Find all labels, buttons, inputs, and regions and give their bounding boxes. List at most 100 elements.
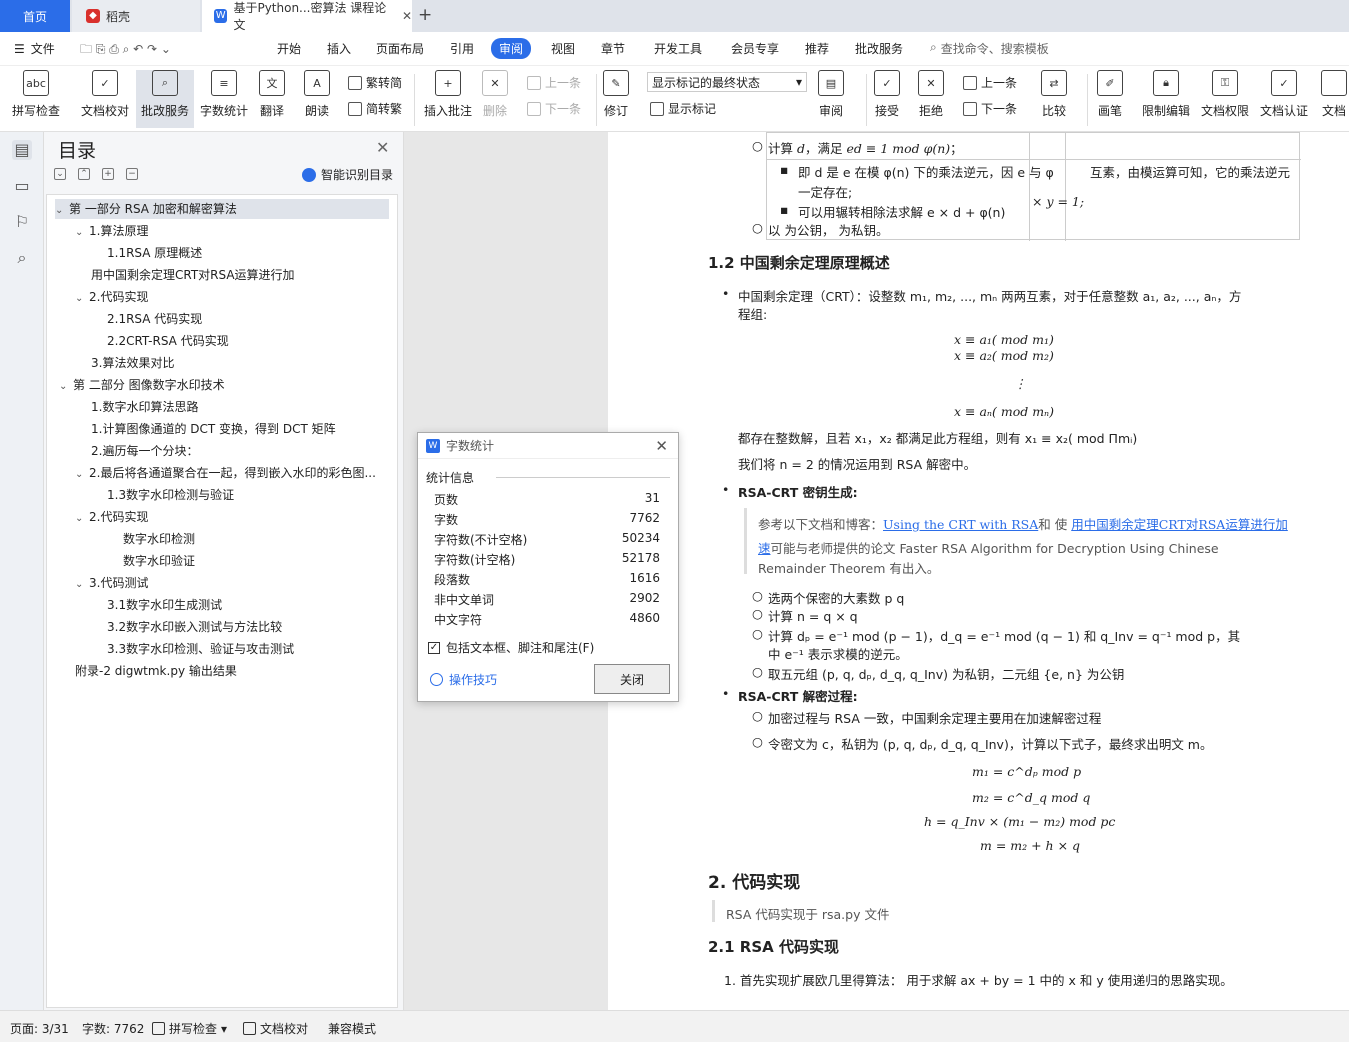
proofread-button[interactable]: ✓ 文档校对	[81, 70, 129, 119]
toc-item[interactable]: 1.数字水印算法思路	[91, 397, 198, 417]
toc-item[interactable]: ⌄ 第 一部分 RSA 加密和解密算法	[55, 199, 389, 219]
toc-item[interactable]: 3.算法效果对比	[91, 353, 174, 373]
outline-icon[interactable]: ▤	[12, 140, 32, 160]
reference-link[interactable]: Using the CRT with RSA	[883, 517, 1038, 532]
markup-state-select[interactable]: 显示标记的最终状态 ▾	[647, 72, 807, 92]
doc-more-button[interactable]: 文档	[1321, 70, 1347, 119]
bookmark-icon[interactable]: ⚐	[12, 212, 32, 232]
close-button[interactable]: 关闭	[594, 664, 670, 694]
toc-item[interactable]: 数字水印检测	[123, 529, 195, 549]
menu-view[interactable]: 视图	[551, 40, 575, 57]
page-indicator[interactable]: 页面: 3/31	[10, 1020, 69, 1037]
command-search[interactable]: ⌕ 查找命令、搜索模板	[930, 40, 1049, 57]
show-markup-button[interactable]: 显示标记	[650, 100, 716, 117]
prev-change-label: 上一条	[981, 76, 1018, 90]
include-textbox-checkbox[interactable]: ✓ 包括文本框、脚注和尾注(F)	[428, 639, 594, 656]
grading-service-button[interactable]: ⌕ 批改服务	[136, 70, 194, 128]
toc-item[interactable]: 附录-2 digwtmk.py 输出结果	[75, 661, 237, 681]
section-heading: 2. 代码实现	[708, 873, 801, 893]
toc-item[interactable]: 1.1RSA 原理概述	[107, 243, 202, 263]
delete-comment-button[interactable]: ✕ 删除	[482, 70, 508, 119]
reference-link[interactable]: 用中国剩余定理CRT对RSA运算进行加	[1071, 517, 1288, 532]
trad-to-simp-button[interactable]: 繁转简	[348, 74, 402, 91]
toc-item[interactable]: ⌄ 2.代码实现	[75, 507, 148, 527]
compare-button[interactable]: ⇄ 比较	[1041, 70, 1067, 119]
smart-toc-button[interactable]: 智能识别目录	[302, 166, 393, 183]
document-page[interactable]: ○ 计算 d，满足 ed ≡ 1 mod φ(n)； ▪ 即 d 是 e 在模 …	[608, 132, 1349, 1010]
proofread-toggle[interactable]: 文档校对	[243, 1020, 308, 1037]
tab-daoke[interactable]: ◆ 稻壳	[72, 0, 200, 32]
toc-item[interactable]: ⌄ 1.算法原理	[75, 221, 148, 241]
search-icon[interactable]: ⌕	[12, 248, 32, 268]
add-level-icon[interactable]: +	[102, 168, 114, 180]
stat-row: 中文字符 4860	[434, 611, 660, 628]
prev-change-button[interactable]: 上一条	[963, 74, 1017, 91]
toc-item[interactable]: 3.2数字水印嵌入测试与方法比较	[107, 617, 282, 637]
new-tab-icon[interactable]: +	[418, 5, 432, 25]
toc-item[interactable]: ⌄ 2.代码实现	[75, 287, 148, 307]
menu-start[interactable]: 开始	[277, 40, 301, 57]
tab-bar: 首页 ◆ 稻壳 W 基于Python...密算法 课程论文 ✕ +	[0, 0, 1349, 32]
menu-insert[interactable]: 插入	[327, 40, 351, 57]
smart-toc-label: 智能识别目录	[321, 168, 394, 182]
read-aloud-button[interactable]: A 朗读	[304, 70, 330, 119]
chapter-icon[interactable]: ▭	[12, 176, 32, 196]
prev-comment-button[interactable]: 上一条	[527, 74, 581, 91]
tab-document[interactable]: W 基于Python...密算法 课程论文 ✕	[202, 0, 412, 32]
collapse-all-icon[interactable]: ⌄	[54, 168, 66, 180]
remove-level-icon[interactable]: −	[126, 168, 138, 180]
restrict-edit-button[interactable]: 🔒︎ 限制编辑	[1142, 70, 1190, 119]
doc-permission-button[interactable]: ⚿ 文档权限	[1201, 70, 1249, 119]
pen-button[interactable]: ✐ 画笔	[1097, 70, 1123, 119]
reference-link[interactable]: 速	[758, 541, 771, 556]
toc-item[interactable]: 3.1数字水印生成测试	[107, 595, 222, 615]
toc-item[interactable]: 2.1RSA 代码实现	[107, 309, 202, 329]
spell-check-button[interactable]: abc 拼写检查	[12, 70, 60, 119]
close-icon[interactable]: ✕	[655, 437, 668, 455]
tab-home[interactable]: 首页	[0, 0, 70, 32]
toc-item[interactable]: 数字水印验证	[123, 551, 195, 571]
toc-item[interactable]: 3.3数字水印检测、验证与攻击测试	[107, 639, 294, 659]
insert-comment-button[interactable]: + 插入批注	[424, 70, 472, 119]
menu-review[interactable]: 审阅	[491, 38, 532, 59]
track-changes-button[interactable]: ✎ 修订	[603, 70, 629, 119]
toc-item[interactable]: ⌄ 3.代码测试	[75, 573, 148, 593]
file-menu[interactable]: ☰ 文件	[14, 40, 55, 57]
bullet-circle: ○	[752, 606, 763, 621]
menu-dev-tools[interactable]: 开发工具	[654, 40, 702, 57]
tips-link[interactable]: 操作技巧	[430, 671, 497, 688]
menu-reference[interactable]: 引用	[450, 40, 474, 57]
menu-grading[interactable]: 批改服务	[855, 40, 903, 57]
translate-button[interactable]: 文翻译	[259, 70, 285, 119]
review-pane-button[interactable]: ▤ 审阅	[818, 70, 844, 119]
reject-button[interactable]: ✕ 拒绝	[918, 70, 944, 119]
dialog-header: W 字数统计	[418, 433, 678, 459]
next-comment-button[interactable]: 下一条	[527, 100, 581, 117]
menu-layout[interactable]: 页面布局	[376, 40, 424, 57]
toc-item-label: 第 一部分 RSA 加密和解密算法	[69, 202, 237, 216]
word-count-button[interactable]: ≡ 字数统计	[200, 70, 248, 119]
menu-member[interactable]: 会员专享	[731, 40, 779, 57]
toc-item[interactable]: 用中国剩余定理CRT对RSA运算进行加	[91, 265, 295, 285]
toc-item[interactable]: 2.遍历每一个分块：	[91, 441, 198, 461]
toc-item[interactable]: 1.3数字水印检测与验证	[107, 485, 234, 505]
doc-cert-button[interactable]: ✓ 文档认证	[1260, 70, 1308, 119]
close-icon[interactable]: ✕	[376, 138, 389, 157]
expand-all-icon[interactable]: ⌃	[78, 168, 90, 180]
toc-item[interactable]: 2.2CRT-RSA 代码实现	[107, 331, 229, 351]
quick-access-icons[interactable]: 🗀 ⎘ ⎙ ⌕ ↶ ↷ ⌄	[80, 40, 171, 61]
spell-check-toggle[interactable]: 拼写检查 ▾	[152, 1020, 227, 1037]
menu-recommend[interactable]: 推荐	[805, 40, 829, 57]
next-change-button[interactable]: 下一条	[963, 100, 1017, 117]
toc-item-label: 1.算法原理	[89, 224, 149, 238]
accept-button[interactable]: ✓ 接受	[874, 70, 900, 119]
close-tab-icon[interactable]: ✕	[402, 9, 412, 23]
stat-label: 字符数(不计空格)	[434, 533, 528, 547]
menu-chapter[interactable]: 章节	[601, 40, 625, 57]
read-aloud-label: 朗读	[304, 104, 329, 118]
toc-item[interactable]: 1.计算图像通道的 DCT 变换，得到 DCT 矩阵	[91, 419, 336, 439]
word-count-indicator[interactable]: 字数: 7762	[82, 1020, 144, 1037]
toc-item[interactable]: ⌄ 2.最后将各通道聚合在一起，得到嵌入水印的彩色图...	[75, 463, 385, 483]
simp-to-trad-button[interactable]: 简转繁	[348, 100, 402, 117]
toc-item[interactable]: ⌄ 第 二部分 图像数字水印技术	[59, 375, 225, 395]
